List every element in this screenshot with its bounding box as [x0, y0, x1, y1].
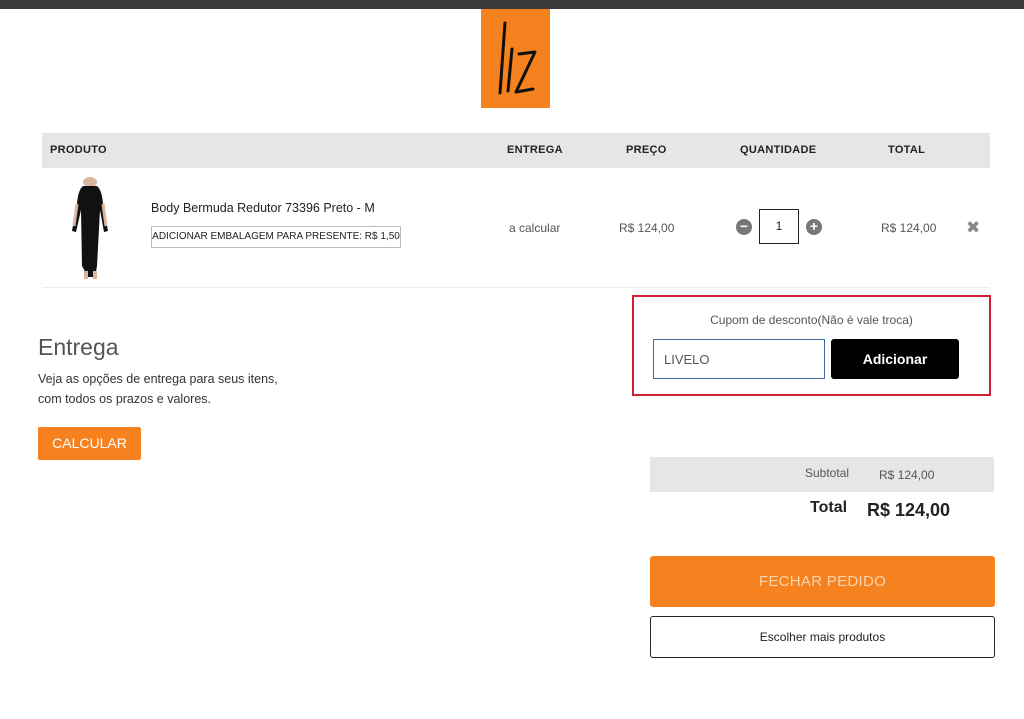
continue-shopping-button[interactable]: Escolher mais produtos	[650, 616, 995, 658]
row-divider	[42, 287, 990, 288]
subtotal-value: R$ 124,00	[879, 468, 935, 482]
total-value: R$ 124,00	[881, 221, 937, 235]
header-delivery: ENTREGA	[507, 144, 563, 156]
top-bar	[0, 0, 1024, 9]
coupon-input[interactable]	[653, 339, 825, 379]
price-value: R$ 124,00	[619, 221, 675, 235]
calculate-shipping-button[interactable]: CALCULAR	[38, 427, 141, 460]
total-label: Total	[810, 499, 848, 516]
subtotal-label: Subtotal	[805, 466, 850, 480]
header-product: PRODUTO	[50, 144, 107, 156]
plus-icon: +	[809, 218, 819, 234]
delivery-value: a calcular	[509, 221, 561, 235]
decrease-quantity-button[interactable]: −	[736, 219, 752, 235]
delivery-title: Entrega	[38, 334, 119, 360]
header-total: TOTAL	[888, 144, 926, 156]
quantity-input[interactable]: 1	[759, 209, 799, 244]
subtotal-row: Subtotal R$ 124,00	[650, 457, 994, 492]
cart-table-header: PRODUTO ENTREGA PREÇO QUANTIDADE TOTAL	[42, 133, 990, 168]
brand-logo[interactable]	[481, 9, 550, 108]
increase-quantity-button[interactable]: +	[806, 219, 822, 235]
minus-icon: −	[739, 218, 749, 234]
header-price: PREÇO	[626, 144, 667, 156]
header-quantity: QUANTIDADE	[740, 144, 817, 156]
liz-logo-icon	[498, 21, 537, 95]
total-amount: R$ 124,00	[867, 500, 951, 520]
gift-wrap-button[interactable]: ADICIONAR EMBALAGEM PARA PRESENTE: R$ 1,…	[151, 226, 401, 248]
add-coupon-button[interactable]: Adicionar	[831, 339, 959, 379]
delivery-description: Veja as opções de entrega para seus iten…	[38, 372, 278, 406]
remove-item-icon[interactable]: ✖	[966, 218, 980, 238]
coupon-label: Cupom de desconto(Não é vale troca)	[710, 313, 913, 327]
coupon-section: Cupom de desconto(Não é vale troca) Adic…	[632, 295, 991, 396]
product-image[interactable]	[48, 176, 134, 280]
product-name[interactable]: Body Bermuda Redutor 73396 Preto - M	[151, 201, 375, 215]
checkout-button[interactable]: FECHAR PEDIDO	[650, 556, 995, 607]
